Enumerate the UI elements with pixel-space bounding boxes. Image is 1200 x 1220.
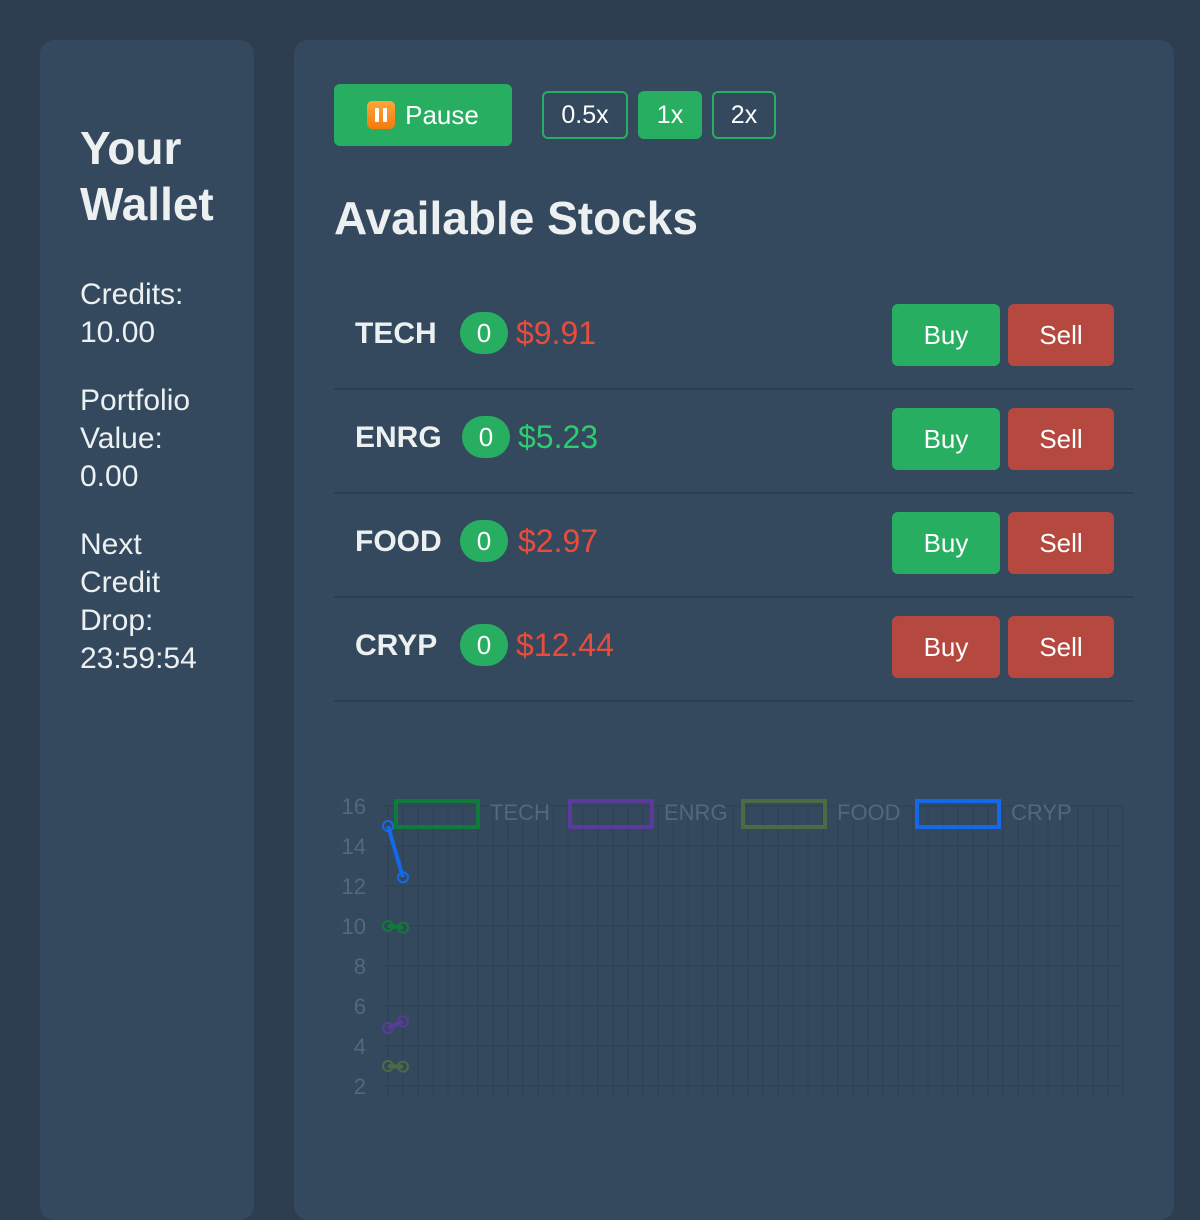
pause-button[interactable]: Pause bbox=[334, 84, 512, 146]
series-line bbox=[386, 825, 405, 878]
pause-label: Pause bbox=[405, 99, 479, 130]
speed-0-5x-button[interactable]: 0.5x bbox=[542, 91, 628, 139]
series-line bbox=[387, 1064, 404, 1069]
stock-row-tech: TECH 0 $9.91 Buy Sell bbox=[334, 286, 1134, 390]
sell-tech-button[interactable]: Sell bbox=[1008, 304, 1114, 366]
pause-icon bbox=[367, 101, 396, 129]
buy-tech-button[interactable]: Buy bbox=[892, 304, 1000, 366]
wallet-title-line2: Wallet bbox=[80, 178, 214, 230]
portfolio-info: Portfolio Value: 0.00 bbox=[80, 382, 234, 496]
y-tick-label: 16 bbox=[342, 794, 366, 819]
buy-cryp-button[interactable]: Buy bbox=[892, 616, 1000, 678]
buy-enrg-button[interactable]: Buy bbox=[892, 408, 1000, 470]
series-line bbox=[387, 1019, 404, 1030]
owned-count-badge: 0 bbox=[462, 416, 510, 458]
wallet-sidebar: Your Wallet Credits: 10.00 Portfolio Val… bbox=[40, 40, 254, 1220]
speed-2x-button[interactable]: 2x bbox=[712, 91, 776, 139]
drop-countdown: 23:59:54 bbox=[80, 642, 197, 675]
stock-row-cryp: CRYP 0 $12.44 Buy Sell bbox=[334, 598, 1134, 702]
credits-info: Credits: 10.00 bbox=[80, 276, 234, 352]
legend-label: ENRG bbox=[664, 800, 728, 825]
speed-1x-button[interactable]: 1x bbox=[638, 91, 702, 139]
stock-price: $2.97 bbox=[518, 523, 599, 559]
stock-symbol: ENRG bbox=[355, 421, 442, 454]
price-history-chart: 16 14 12 10 8 6 4 2 TECH ENRG FOOD CRYP bbox=[342, 794, 1124, 1099]
y-tick-label: 8 bbox=[354, 954, 366, 979]
market-panel: Pause 0.5x 1x 2x Available Stocks TECH 0… bbox=[294, 40, 1174, 1220]
owned-count-badge: 0 bbox=[460, 520, 508, 562]
legend-label: CRYP bbox=[1011, 800, 1072, 825]
portfolio-label-1: Portfolio bbox=[80, 384, 191, 417]
page-title: Available Stocks bbox=[334, 192, 698, 244]
portfolio-value: 0.00 bbox=[80, 460, 139, 493]
legend-swatch bbox=[568, 799, 654, 829]
legend-label: TECH bbox=[490, 800, 550, 825]
sell-cryp-button[interactable]: Sell bbox=[1008, 616, 1114, 678]
stock-price: $12.44 bbox=[516, 627, 614, 663]
stock-symbol: FOOD bbox=[355, 525, 442, 558]
owned-count-badge: 0 bbox=[460, 312, 508, 354]
sell-enrg-button[interactable]: Sell bbox=[1008, 408, 1114, 470]
drop-label-2: Credit bbox=[80, 566, 161, 599]
credits-value: 10.00 bbox=[80, 316, 156, 349]
owned-count-badge: 0 bbox=[460, 624, 508, 666]
buy-food-button[interactable]: Buy bbox=[892, 512, 1000, 574]
series-line bbox=[387, 924, 404, 930]
y-tick-label: 10 bbox=[342, 914, 366, 939]
drop-label-1: Next bbox=[80, 528, 142, 561]
credits-label: Credits: bbox=[80, 278, 184, 311]
sell-food-button[interactable]: Sell bbox=[1008, 512, 1114, 574]
y-tick-label: 14 bbox=[342, 834, 366, 859]
y-tick-label: 12 bbox=[342, 874, 366, 899]
credit-drop-info: Next Credit Drop: 23:59:54 bbox=[80, 526, 234, 678]
legend-swatch bbox=[741, 799, 827, 829]
y-tick-label: 2 bbox=[354, 1074, 366, 1099]
drop-label-3: Drop: bbox=[80, 604, 154, 637]
y-tick-label: 4 bbox=[354, 1034, 366, 1059]
legend-label: FOOD bbox=[837, 800, 901, 825]
y-tick-label: 6 bbox=[354, 994, 366, 1019]
stock-row-enrg: ENRG 0 $5.23 Buy Sell bbox=[334, 390, 1134, 494]
wallet-title-line1: Your bbox=[80, 122, 182, 174]
legend-swatch bbox=[394, 799, 480, 829]
stock-symbol: CRYP bbox=[355, 629, 438, 662]
stock-price: $5.23 bbox=[518, 419, 599, 455]
stock-symbol: TECH bbox=[355, 317, 437, 350]
portfolio-label-2: Value: bbox=[80, 422, 163, 455]
wallet-title: Your Wallet bbox=[80, 120, 234, 232]
stock-row-food: FOOD 0 $2.97 Buy Sell bbox=[334, 494, 1134, 598]
stock-price: $9.91 bbox=[516, 315, 597, 351]
